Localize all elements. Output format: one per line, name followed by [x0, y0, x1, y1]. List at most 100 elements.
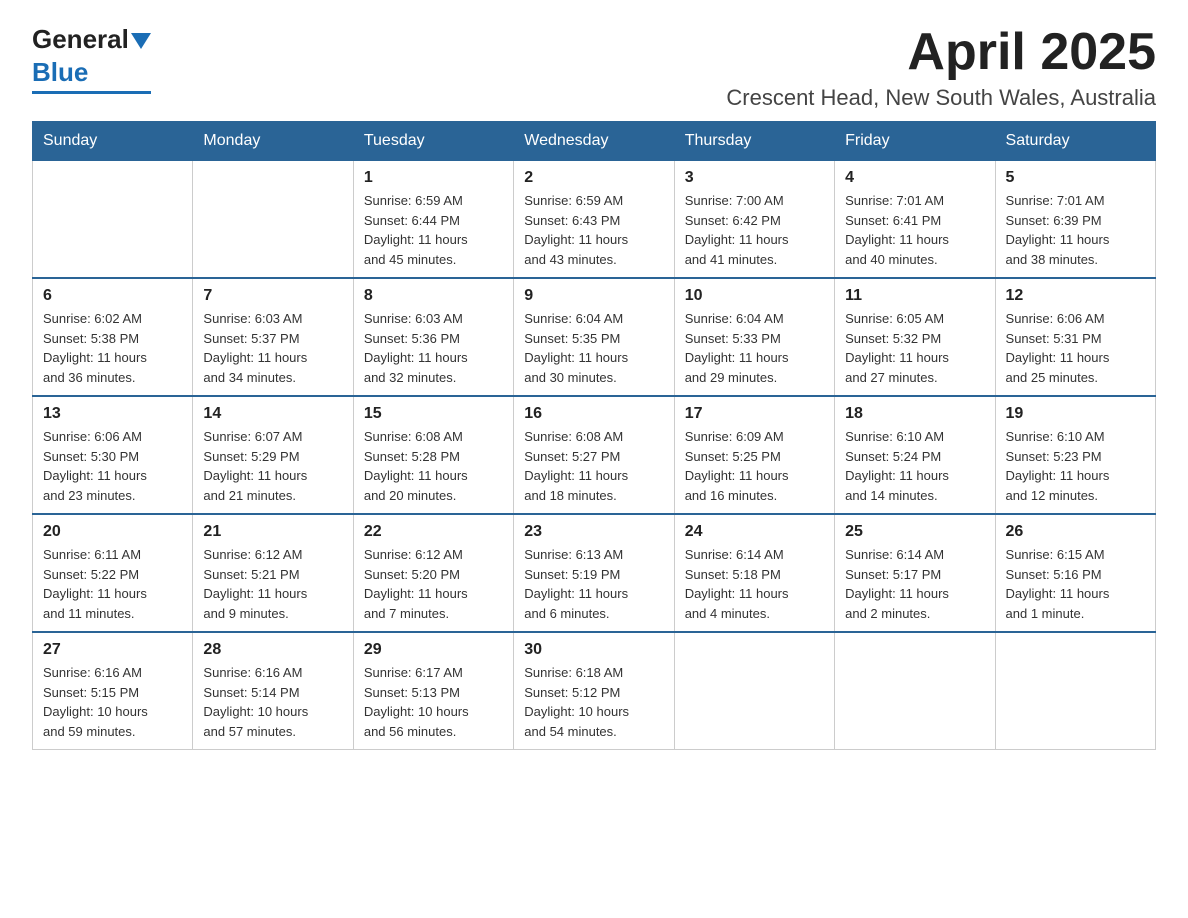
day-number: 14 — [203, 405, 342, 423]
day-info: Sunrise: 6:03 AM Sunset: 5:36 PM Dayligh… — [364, 309, 503, 387]
page-header: General Blue April 2025 Crescent Head, N… — [32, 24, 1156, 111]
calendar-week-row: 20 Sunrise: 6:11 AM Sunset: 5:22 PM Dayli… — [33, 514, 1156, 632]
calendar-day-cell: 6 Sunrise: 6:02 AM Sunset: 5:38 PM Daylig… — [33, 278, 193, 396]
day-number: 4 — [845, 169, 984, 187]
calendar-day-cell: 1 Sunrise: 6:59 AM Sunset: 6:44 PM Daylig… — [353, 161, 513, 279]
day-number: 19 — [1006, 405, 1145, 423]
calendar-day-cell: 20 Sunrise: 6:11 AM Sunset: 5:22 PM Dayli… — [33, 514, 193, 632]
day-info: Sunrise: 6:11 AM Sunset: 5:22 PM Dayligh… — [43, 545, 182, 623]
day-info: Sunrise: 7:01 AM Sunset: 6:39 PM Dayligh… — [1006, 191, 1145, 269]
calendar-day-cell: 2 Sunrise: 6:59 AM Sunset: 6:43 PM Daylig… — [514, 161, 674, 279]
day-number: 27 — [43, 641, 182, 659]
day-number: 6 — [43, 287, 182, 305]
location-title: Crescent Head, New South Wales, Australi… — [726, 85, 1156, 111]
day-info: Sunrise: 7:01 AM Sunset: 6:41 PM Dayligh… — [845, 191, 984, 269]
day-number: 22 — [364, 523, 503, 541]
day-info: Sunrise: 6:14 AM Sunset: 5:17 PM Dayligh… — [845, 545, 984, 623]
day-info: Sunrise: 6:16 AM Sunset: 5:14 PM Dayligh… — [203, 663, 342, 741]
calendar-day-cell — [33, 161, 193, 279]
calendar-week-row: 13Sunrise: 6:06 AM Sunset: 5:30 PM Dayli… — [33, 396, 1156, 514]
calendar-day-cell: 25 Sunrise: 6:14 AM Sunset: 5:17 PM Dayli… — [835, 514, 995, 632]
day-number: 18 — [845, 405, 984, 423]
day-number: 2 — [524, 169, 663, 187]
day-info: Sunrise: 6:07 AM Sunset: 5:29 PM Dayligh… — [203, 427, 342, 505]
calendar-day-cell: 12 Sunrise: 6:06 AM Sunset: 5:31 PM Dayli… — [995, 278, 1155, 396]
day-info: Sunrise: 6:59 AM Sunset: 6:44 PM Dayligh… — [364, 191, 503, 269]
logo-underline — [32, 91, 151, 94]
day-of-week-header: Wednesday — [514, 122, 674, 161]
day-of-week-header: Thursday — [674, 122, 834, 161]
day-number: 7 — [203, 287, 342, 305]
calendar-day-cell: 23 Sunrise: 6:13 AM Sunset: 5:19 PM Dayli… — [514, 514, 674, 632]
calendar-table: SundayMondayTuesdayWednesdayThursdayFrid… — [32, 121, 1156, 750]
day-info: Sunrise: 7:00 AM Sunset: 6:42 PM Dayligh… — [685, 191, 824, 269]
logo-general-text: General — [32, 24, 129, 55]
day-number: 15 — [364, 405, 503, 423]
day-info: Sunrise: 6:17 AM Sunset: 5:13 PM Dayligh… — [364, 663, 503, 741]
logo-triangle-icon — [131, 33, 151, 49]
day-number: 24 — [685, 523, 824, 541]
day-info: Sunrise: 6:08 AM Sunset: 5:28 PM Dayligh… — [364, 427, 503, 505]
day-number: 20 — [43, 523, 182, 541]
logo-blue-text: Blue — [32, 57, 88, 88]
calendar-day-cell: 7 Sunrise: 6:03 AM Sunset: 5:37 PM Daylig… — [193, 278, 353, 396]
day-number: 16 — [524, 405, 663, 423]
day-info: Sunrise: 6:06 AM Sunset: 5:31 PM Dayligh… — [1006, 309, 1145, 387]
logo: General Blue — [32, 24, 151, 94]
calendar-day-cell — [835, 632, 995, 750]
day-info: Sunrise: 6:15 AM Sunset: 5:16 PM Dayligh… — [1006, 545, 1145, 623]
calendar-day-cell: 5 Sunrise: 7:01 AM Sunset: 6:39 PM Daylig… — [995, 161, 1155, 279]
day-number: 3 — [685, 169, 824, 187]
day-info: Sunrise: 6:04 AM Sunset: 5:33 PM Dayligh… — [685, 309, 824, 387]
calendar-day-cell: 30Sunrise: 6:18 AM Sunset: 5:12 PM Dayli… — [514, 632, 674, 750]
day-number: 25 — [845, 523, 984, 541]
day-number: 9 — [524, 287, 663, 305]
day-of-week-header: Tuesday — [353, 122, 513, 161]
calendar-day-cell: 26 Sunrise: 6:15 AM Sunset: 5:16 PM Dayli… — [995, 514, 1155, 632]
day-info: Sunrise: 6:03 AM Sunset: 5:37 PM Dayligh… — [203, 309, 342, 387]
day-info: Sunrise: 6:13 AM Sunset: 5:19 PM Dayligh… — [524, 545, 663, 623]
day-info: Sunrise: 6:10 AM Sunset: 5:23 PM Dayligh… — [1006, 427, 1145, 505]
calendar-day-cell: 24 Sunrise: 6:14 AM Sunset: 5:18 PM Dayli… — [674, 514, 834, 632]
day-number: 17 — [685, 405, 824, 423]
day-number: 5 — [1006, 169, 1145, 187]
day-number: 12 — [1006, 287, 1145, 305]
calendar-day-cell: 14 Sunrise: 6:07 AM Sunset: 5:29 PM Dayli… — [193, 396, 353, 514]
calendar-week-row: 1 Sunrise: 6:59 AM Sunset: 6:44 PM Daylig… — [33, 161, 1156, 279]
day-number: 8 — [364, 287, 503, 305]
calendar-day-cell: 19 Sunrise: 6:10 AM Sunset: 5:23 PM Dayli… — [995, 396, 1155, 514]
calendar-day-cell: 11Sunrise: 6:05 AM Sunset: 5:32 PM Dayli… — [835, 278, 995, 396]
day-info: Sunrise: 6:14 AM Sunset: 5:18 PM Dayligh… — [685, 545, 824, 623]
day-number: 29 — [364, 641, 503, 659]
day-of-week-header: Saturday — [995, 122, 1155, 161]
calendar-day-cell — [193, 161, 353, 279]
calendar-day-cell: 9Sunrise: 6:04 AM Sunset: 5:35 PM Daylig… — [514, 278, 674, 396]
day-info: Sunrise: 6:10 AM Sunset: 5:24 PM Dayligh… — [845, 427, 984, 505]
day-of-week-header: Monday — [193, 122, 353, 161]
month-title: April 2025 — [726, 24, 1156, 81]
day-number: 11 — [845, 287, 984, 305]
day-number: 28 — [203, 641, 342, 659]
calendar-day-cell: 16 Sunrise: 6:08 AM Sunset: 5:27 PM Dayli… — [514, 396, 674, 514]
day-info: Sunrise: 6:09 AM Sunset: 5:25 PM Dayligh… — [685, 427, 824, 505]
calendar-day-cell: 18 Sunrise: 6:10 AM Sunset: 5:24 PM Dayli… — [835, 396, 995, 514]
calendar-day-cell: 27Sunrise: 6:16 AM Sunset: 5:15 PM Dayli… — [33, 632, 193, 750]
calendar-week-row: 6 Sunrise: 6:02 AM Sunset: 5:38 PM Daylig… — [33, 278, 1156, 396]
calendar-day-cell — [674, 632, 834, 750]
calendar-week-row: 27Sunrise: 6:16 AM Sunset: 5:15 PM Dayli… — [33, 632, 1156, 750]
day-info: Sunrise: 6:18 AM Sunset: 5:12 PM Dayligh… — [524, 663, 663, 741]
day-of-week-header: Friday — [835, 122, 995, 161]
day-number: 23 — [524, 523, 663, 541]
day-info: Sunrise: 6:02 AM Sunset: 5:38 PM Dayligh… — [43, 309, 182, 387]
day-number: 1 — [364, 169, 503, 187]
calendar-day-cell — [995, 632, 1155, 750]
day-info: Sunrise: 6:12 AM Sunset: 5:21 PM Dayligh… — [203, 545, 342, 623]
calendar-day-cell: 8 Sunrise: 6:03 AM Sunset: 5:36 PM Daylig… — [353, 278, 513, 396]
day-of-week-header: Sunday — [33, 122, 193, 161]
day-info: Sunrise: 6:59 AM Sunset: 6:43 PM Dayligh… — [524, 191, 663, 269]
calendar-day-cell: 28 Sunrise: 6:16 AM Sunset: 5:14 PM Dayli… — [193, 632, 353, 750]
day-number: 21 — [203, 523, 342, 541]
day-info: Sunrise: 6:08 AM Sunset: 5:27 PM Dayligh… — [524, 427, 663, 505]
calendar-day-cell: 4 Sunrise: 7:01 AM Sunset: 6:41 PM Daylig… — [835, 161, 995, 279]
day-number: 26 — [1006, 523, 1145, 541]
